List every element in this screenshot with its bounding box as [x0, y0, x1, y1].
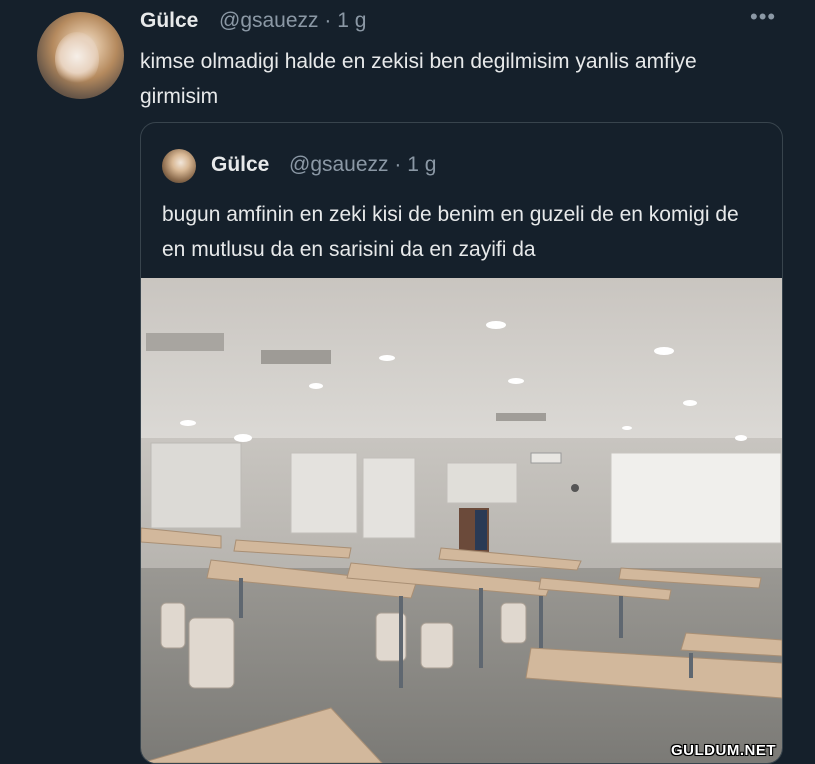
- watermark-text: GULDUM.NET: [671, 742, 776, 759]
- lecture-hall-photo[interactable]: GULDUM.NET: [141, 278, 782, 763]
- quoted-tweet-text: bugun amfinin en zeki kisi de benim en g…: [162, 203, 739, 261]
- quoted-tweet[interactable]: Gülce @gsauezz · 1 g bugun amfinin en ze…: [140, 122, 783, 764]
- handle-and-time[interactable]: @gsauezz · 1 g: [219, 9, 366, 33]
- more-horizontal-icon[interactable]: •••: [750, 4, 776, 30]
- lecture-hall-illustration: [141, 278, 782, 763]
- quoted-display-name[interactable]: Gülce: [211, 153, 269, 177]
- tweet-text: kimse olmadigi halde en zekisi ben degil…: [140, 50, 697, 108]
- avatar[interactable]: [37, 12, 124, 99]
- display-name[interactable]: Gülce: [140, 9, 198, 33]
- quoted-handle-and-time[interactable]: @gsauezz · 1 g: [289, 153, 436, 177]
- quoted-avatar[interactable]: [162, 149, 196, 183]
